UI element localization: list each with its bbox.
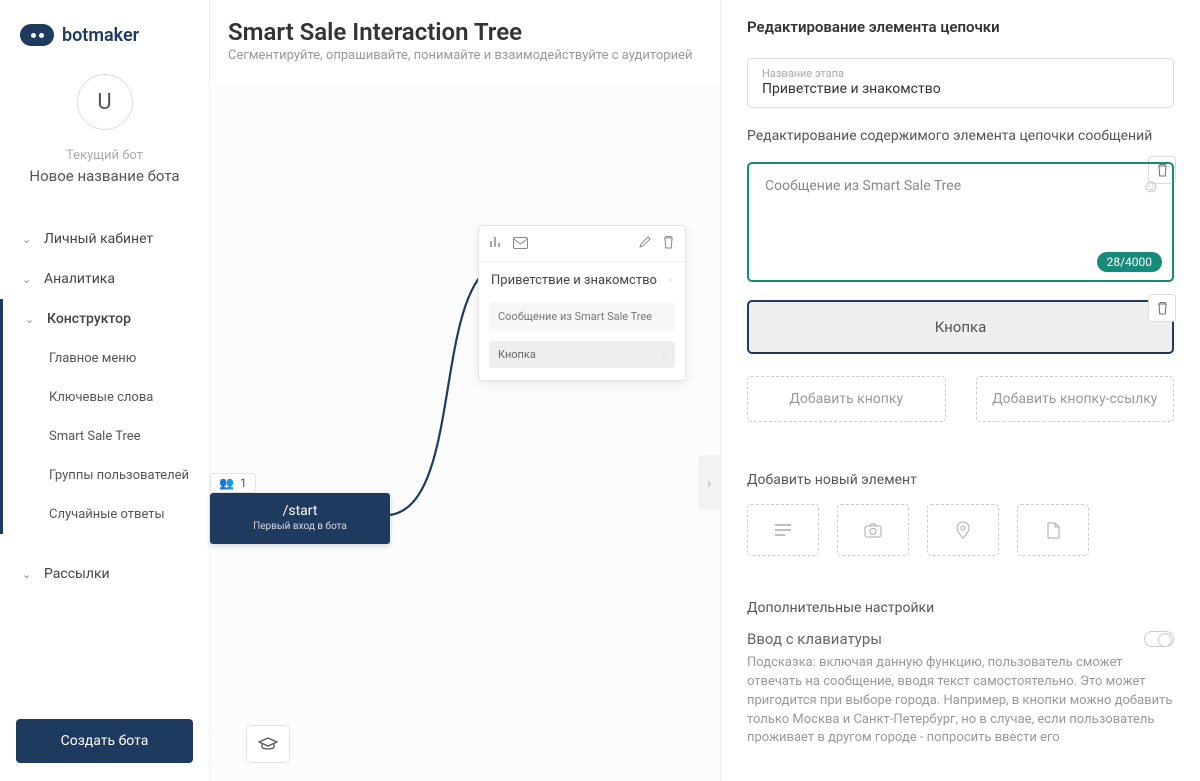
mail-icon[interactable] [513,234,528,253]
card-message[interactable]: Сообщение из Smart Sale Tree [489,302,675,331]
char-counter: 28/4000 [1097,252,1162,272]
message-editor[interactable]: Сообщение из Smart Sale Tree ☺ 28/4000 [747,162,1174,282]
camera-icon [864,523,882,538]
nav-mailings-label: Рассылки [44,566,110,582]
chevron-down-icon: ⌄ [22,233,34,246]
nav-keywords[interactable]: Ключевые слова [3,378,209,417]
add-element-title: Добавить новый элемент [747,472,1174,488]
nav-constructor-label: Конструктор [47,311,131,327]
avatar[interactable]: U [77,74,133,130]
nav-account[interactable]: ⌄ Личный кабинет [0,219,209,259]
nav-analytics[interactable]: ⌄ Аналитика [0,259,209,299]
message-editor-wrap: Сообщение из Smart Sale Tree ☺ 28/4000 [747,162,1174,282]
expand-panel-handle[interactable]: › [698,455,720,509]
create-bot-button[interactable]: Создать бота [16,719,193,763]
nav-random-answers[interactable]: Случайные ответы [3,495,209,534]
nav-mailings[interactable]: ⌄ Рассылки [0,554,209,594]
add-file-element[interactable] [1017,504,1089,556]
nav-smart-sale-tree[interactable]: Smart Sale Tree [3,417,209,456]
users-icon: 👥 [219,476,234,490]
add-link-button[interactable]: Добавить кнопку-ссылку [976,376,1175,422]
start-caption: Первый вход в бота [218,521,382,532]
edit-panel: Редактирование элемента цепочки Название… [720,0,1200,781]
keyboard-input-toggle[interactable] [1144,631,1174,647]
connection-dot-icon[interactable]: ◦ [668,272,673,288]
sidebar: botmaker U Текущий бот Новое название бо… [0,0,210,781]
trash-icon [1156,301,1169,315]
delete-button-button[interactable] [1148,294,1176,322]
stage-name-label: Название этапа [762,67,1159,80]
file-icon [1046,522,1060,539]
current-bot-block: U Текущий бот Новое название бота [0,74,209,205]
chain-card[interactable]: Приветствие и знакомство ◦ Сообщение из … [478,225,686,381]
start-count-badge: 👥 1 [210,473,256,493]
keyboard-input-row: Ввод с клавиатуры [747,630,1174,648]
canvas-area: Smart Sale Interaction Tree Сегментируйт… [210,0,720,781]
help-button[interactable] [246,725,290,763]
button-editor-wrap: Кнопка [747,300,1174,354]
current-bot-label: Текущий бот [10,148,199,163]
start-command: /start [218,503,382,519]
start-node[interactable]: /start Первый вход в бота [210,493,390,544]
logo-text: botmaker [62,25,139,46]
text-icon [774,523,792,537]
add-buttons-row: Добавить кнопку Добавить кнопку-ссылку [747,376,1174,422]
keyboard-input-label: Ввод с клавиатуры [747,630,1144,648]
add-location-element[interactable] [927,504,999,556]
emoji-picker-icon[interactable]: ☺ [1142,176,1160,197]
button-editor[interactable]: Кнопка [747,300,1174,354]
nav: ⌄ Личный кабинет ⌄ Аналитика ⌄ Конструкт… [0,205,209,701]
page-title: Smart Sale Interaction Tree [228,18,702,46]
nav-user-groups[interactable]: Группы пользователей [3,456,209,495]
card-toolbar [479,226,685,262]
graduation-cap-icon [258,737,278,751]
nav-account-label: Личный кабинет [44,231,153,247]
chart-icon[interactable] [489,234,503,253]
current-bot-name: Новое название бота [10,167,199,185]
add-text-element[interactable] [747,504,819,556]
chevron-down-icon: ⌄ [22,568,34,581]
keyboard-input-hint: Подсказка: включая данную функцию, польз… [747,654,1174,748]
card-title: Приветствие и знакомство [491,273,657,288]
canvas-header: Smart Sale Interaction Tree Сегментируйт… [210,0,720,85]
trash-icon[interactable] [662,234,675,253]
panel-title: Редактирование элемента цепочки [747,18,1174,36]
nav-constructor[interactable]: ⌄ Конструктор [3,299,209,339]
location-icon [956,521,970,539]
nav-constructor-group: ⌄ Конструктор Главное меню Ключевые слов… [0,299,209,534]
nav-main-menu[interactable]: Главное меню [3,339,209,378]
logo[interactable]: botmaker [0,0,209,74]
start-count: 1 [240,476,247,490]
card-button-label: Кнопка [498,348,536,361]
stage-name-field[interactable]: Название этапа Приветствие и знакомство [747,58,1174,108]
message-text: Сообщение из Smart Sale Tree [765,178,1156,194]
add-button[interactable]: Добавить кнопку [747,376,946,422]
add-image-element[interactable] [837,504,909,556]
element-type-row [747,504,1174,556]
connection-dot-icon[interactable]: ◦ [662,348,666,361]
content-heading: Редактирование содержимого элемента цепо… [747,128,1174,144]
nav-analytics-label: Аналитика [44,271,115,287]
page-subtitle: Сегментируйте, опрашивайте, понимайте и … [228,48,702,63]
chevron-down-icon: ⌄ [22,273,34,286]
card-title-row: Приветствие и знакомство ◦ [479,262,685,298]
canvas[interactable]: 👥 1 /start Первый вход в бота [210,85,720,781]
card-button-row[interactable]: Кнопка ◦ [489,341,675,368]
edit-icon[interactable] [638,234,652,253]
logo-icon [20,24,54,46]
stage-name-value: Приветствие и знакомство [762,81,1159,97]
extra-settings-title: Дополнительные настройки [747,600,1174,616]
chevron-down-icon: ⌄ [25,313,37,326]
